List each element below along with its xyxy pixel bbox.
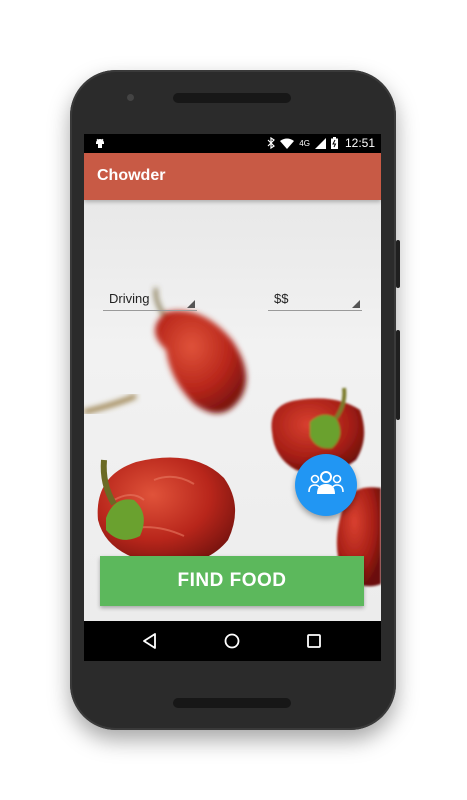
network-type-label: 4G bbox=[299, 138, 310, 148]
power-button bbox=[396, 240, 400, 288]
bluetooth-icon bbox=[267, 137, 276, 149]
status-bar: 4G 12:51 bbox=[84, 134, 381, 153]
dropdown-arrow-icon bbox=[352, 300, 360, 308]
device-screen: 4G 12:51 Chowder Driving $$ FIND FOOD bbox=[84, 134, 381, 661]
status-time: 12:51 bbox=[344, 136, 375, 150]
signal-icon bbox=[314, 137, 326, 149]
back-icon[interactable] bbox=[140, 631, 160, 651]
group-icon bbox=[308, 470, 344, 500]
price-value: $$ bbox=[274, 291, 289, 306]
wifi-icon bbox=[280, 138, 295, 149]
main-content: Driving $$ FIND FOOD bbox=[84, 200, 381, 621]
volume-button bbox=[396, 330, 400, 420]
home-icon[interactable] bbox=[222, 631, 242, 651]
recents-icon[interactable] bbox=[304, 631, 324, 651]
find-food-button[interactable]: FIND FOOD bbox=[100, 556, 364, 606]
earpiece-speaker bbox=[173, 93, 291, 103]
travel-mode-value: Driving bbox=[109, 291, 150, 306]
price-dropdown[interactable]: $$ bbox=[268, 288, 362, 311]
android-debug-icon bbox=[94, 137, 106, 149]
navigation-bar bbox=[84, 621, 381, 661]
bottom-speaker bbox=[173, 698, 291, 708]
app-bar: Chowder bbox=[84, 153, 381, 200]
group-fab-button[interactable] bbox=[295, 454, 357, 516]
dropdown-arrow-icon bbox=[187, 300, 195, 308]
battery-icon bbox=[330, 137, 338, 149]
front-camera bbox=[127, 94, 134, 101]
travel-mode-dropdown[interactable]: Driving bbox=[103, 288, 197, 311]
page-title: Chowder bbox=[97, 167, 166, 184]
